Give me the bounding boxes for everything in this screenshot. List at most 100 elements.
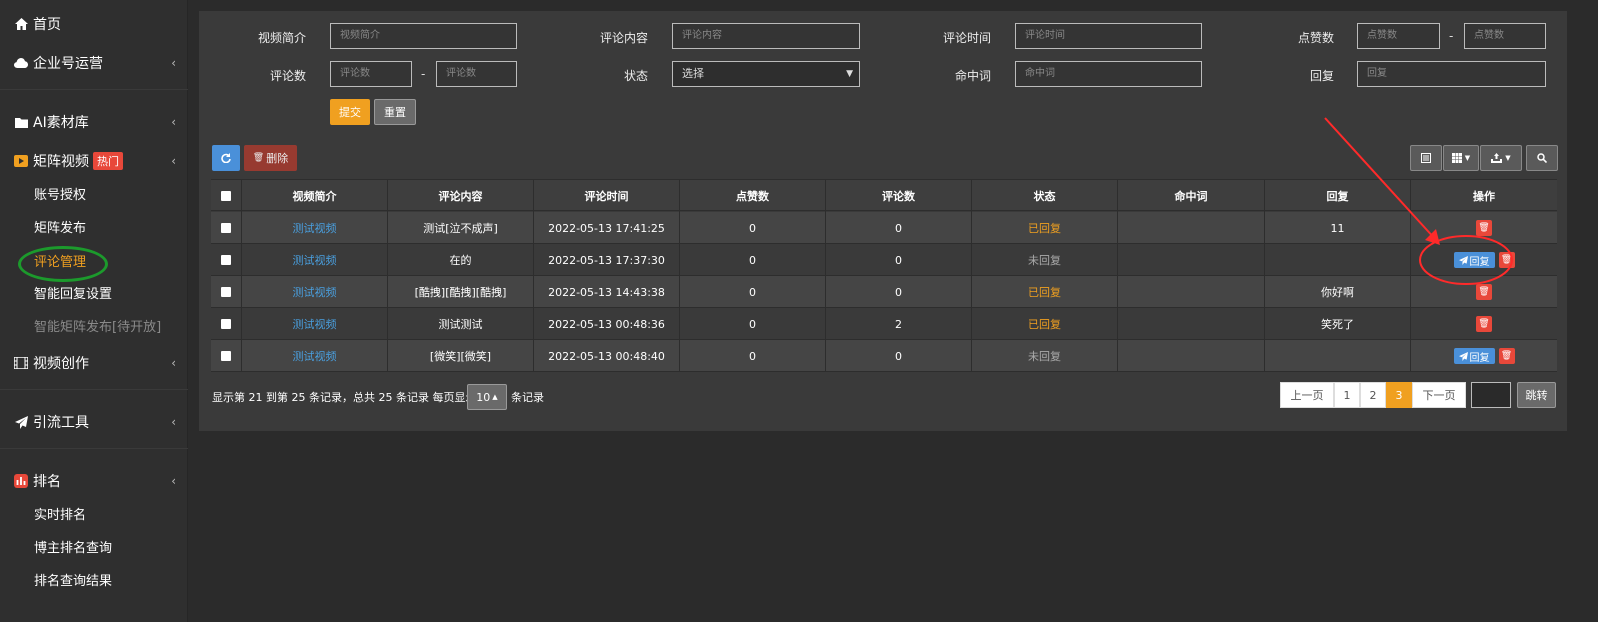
chevron-left-icon: ‹	[171, 115, 176, 129]
list-icon	[1421, 153, 1431, 163]
row-select-cell	[211, 244, 242, 276]
cell-comments: 0	[826, 340, 972, 372]
likes-max-input[interactable]: 点赞数	[1464, 23, 1546, 49]
cell-video[interactable]: 测试视频	[242, 340, 388, 372]
cell-likes-text: 0	[749, 317, 756, 331]
cell-content: 测试[泣不成声]	[388, 212, 534, 244]
cell-video[interactable]: 测试视频	[242, 212, 388, 244]
per-page-select[interactable]: 10 ▲	[467, 384, 507, 410]
delete-row-button[interactable]: 🗑	[1476, 316, 1492, 332]
cell-comments-text: 0	[895, 285, 902, 299]
cell-time-text: 2022-05-13 00:48:36	[548, 317, 665, 331]
sub-ranking-results[interactable]: 排名查询结果	[34, 572, 112, 592]
menu-traffic-tools[interactable]: 引流工具 ‹	[0, 404, 188, 440]
status-label: 状态	[623, 69, 648, 83]
menu-video-create[interactable]: 视频创作 ‹	[0, 345, 188, 381]
sub-blogger-ranking[interactable]: 博主排名查询	[34, 539, 112, 559]
cell-likes-text: 0	[749, 285, 756, 299]
per-page-value: 10	[476, 390, 491, 404]
delete-button-label: 删除	[266, 152, 289, 165]
likes-min-input[interactable]: 点赞数	[1357, 23, 1440, 49]
prev-page-button[interactable]: 上一页	[1280, 382, 1334, 408]
select-all-cell	[211, 180, 242, 212]
cell-video-text[interactable]: 测试视频	[293, 284, 337, 300]
video-intro-input[interactable]: 视频简介	[330, 23, 517, 49]
comments-min-input[interactable]: 评论数	[330, 61, 412, 87]
page-2-button[interactable]: 2	[1360, 382, 1386, 408]
refresh-button[interactable]	[212, 145, 240, 171]
row-checkbox[interactable]	[221, 351, 231, 361]
cell-video-text[interactable]: 测试视频	[293, 252, 337, 268]
sub-matrix-publish[interactable]: 矩阵发布	[34, 219, 86, 239]
cell-reply: 11	[1265, 212, 1411, 244]
list-view-button[interactable]	[1410, 145, 1442, 171]
folder-icon	[13, 115, 29, 129]
delete-row-button[interactable]: 🗑	[1498, 348, 1515, 364]
status-select-value: 选择	[682, 67, 704, 80]
delete-row-button[interactable]: 🗑	[1476, 284, 1492, 300]
cell-reply-text: 笑死了	[1321, 318, 1354, 331]
header-content[interactable]: 评论内容	[388, 180, 534, 212]
row-checkbox[interactable]	[221, 223, 231, 233]
comment-content-input[interactable]: 评论内容	[672, 23, 860, 49]
header-likes[interactable]: 点赞数	[680, 180, 826, 212]
page-3-button[interactable]: 3	[1386, 382, 1412, 408]
reset-button[interactable]: 重置	[374, 99, 416, 125]
caret-up-icon: ▲	[492, 393, 498, 401]
jump-page-input[interactable]	[1471, 382, 1511, 408]
reply-button[interactable]: 回复	[1453, 348, 1495, 364]
header-time[interactable]: 评论时间	[534, 180, 680, 212]
comments-max-input[interactable]: 评论数	[436, 61, 517, 87]
hit-word-input[interactable]: 命中词	[1015, 61, 1202, 87]
sub-smart-matrix-publish: 智能矩阵发布[待开放]	[34, 320, 162, 335]
select-all-checkbox[interactable]	[221, 191, 231, 201]
header-comments[interactable]: 评论数	[826, 180, 972, 212]
cell-video-text[interactable]: 测试视频	[293, 220, 337, 236]
submit-button[interactable]: 提交	[330, 99, 370, 125]
header-reply[interactable]: 回复	[1265, 180, 1411, 212]
row-checkbox[interactable]	[221, 255, 231, 265]
search-button[interactable]	[1526, 145, 1558, 171]
page-1-button[interactable]: 1	[1334, 382, 1360, 408]
menu-home[interactable]: 首页	[0, 6, 188, 42]
header-status[interactable]: 状态	[972, 180, 1118, 212]
reply-button-label: 回复	[1469, 256, 1490, 268]
trash-icon: 🗑	[1500, 255, 1513, 265]
sub-realtime-ranking[interactable]: 实时排名	[34, 506, 86, 526]
row-checkbox[interactable]	[221, 319, 231, 329]
cell-video-text[interactable]: 测试视频	[293, 316, 337, 332]
comment-time-input[interactable]: 评论时间	[1015, 23, 1202, 49]
jump-button[interactable]: 跳转	[1517, 382, 1556, 408]
sub-account-auth[interactable]: 账号授权	[34, 186, 86, 206]
reply-input[interactable]: 回复	[1357, 61, 1546, 87]
header-video[interactable]: 视频简介	[242, 180, 388, 212]
header-hit-word[interactable]: 命中词	[1118, 180, 1265, 212]
menu-enterprise[interactable]: 企业号运营 ‹	[0, 45, 188, 81]
cell-likes-text: 0	[749, 221, 756, 235]
menu-ai-library[interactable]: AI素材库 ‹	[0, 104, 188, 140]
export-button[interactable]: ▼	[1480, 145, 1522, 171]
table-row: 测试视频 [酷拽][酷拽][酷拽] 2022-05-13 14:43:38 0 0 已回复…	[211, 276, 1557, 308]
columns-button[interactable]: ▼	[1443, 145, 1479, 171]
delete-row-button[interactable]: 🗑	[1476, 220, 1492, 236]
menu-ranking[interactable]: 排名 ‹	[0, 463, 188, 499]
cell-comments-text: 0	[895, 253, 902, 267]
home-icon	[13, 17, 29, 31]
delete-button[interactable]: 🗑 删除	[244, 145, 297, 171]
delete-row-button[interactable]: 🗑	[1498, 252, 1515, 268]
menu-matrix-video[interactable]: 矩阵视频 热门 ‹	[0, 143, 188, 179]
cell-content: 在的	[388, 244, 534, 276]
row-checkbox[interactable]	[221, 287, 231, 297]
cell-likes-text: 0	[749, 349, 756, 363]
sub-smart-reply-settings[interactable]: 智能回复设置	[34, 285, 112, 305]
next-page-button[interactable]: 下一页	[1412, 382, 1466, 408]
reply-button[interactable]: 回复	[1453, 252, 1495, 268]
cell-video[interactable]: 测试视频	[242, 244, 388, 276]
cell-video[interactable]: 测试视频	[242, 308, 388, 340]
cell-status-text: 未回复	[1028, 350, 1061, 363]
cell-video[interactable]: 测试视频	[242, 276, 388, 308]
status-select[interactable]: 选择 ▼	[672, 61, 860, 87]
cell-reply: 你好啊	[1265, 276, 1411, 308]
cell-video-text[interactable]: 测试视频	[293, 348, 337, 364]
cell-status-text: 已回复	[1028, 286, 1061, 299]
